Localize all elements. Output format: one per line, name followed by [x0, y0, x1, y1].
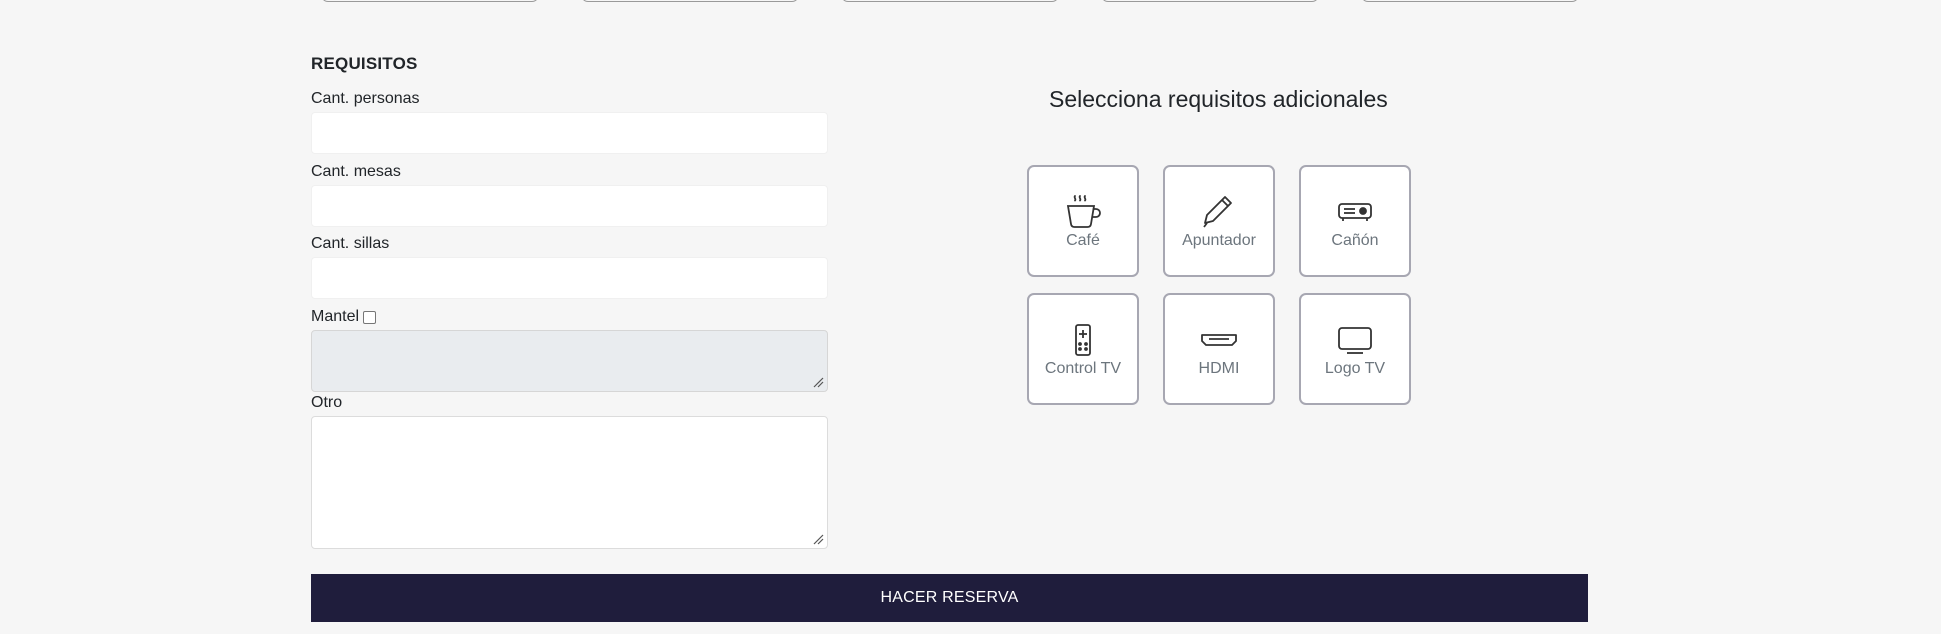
- top-card[interactable]: [321, 0, 539, 2]
- extra-tile-cafe[interactable]: Café: [1027, 165, 1139, 277]
- resize-grip-icon[interactable]: [813, 534, 824, 545]
- extra-label: Café: [1066, 232, 1100, 249]
- resize-grip-icon[interactable]: [813, 377, 824, 388]
- hacer-reserva-button[interactable]: HACER RESERVA: [311, 574, 1588, 622]
- extra-tile-control-tv[interactable]: Control TV: [1027, 293, 1139, 405]
- extra-label: Cañón: [1331, 232, 1379, 249]
- mantel-textarea: [311, 330, 828, 392]
- extra-label: HDMI: [1198, 360, 1240, 377]
- top-card[interactable]: [1101, 0, 1319, 2]
- mantel-checkbox[interactable]: [363, 310, 377, 324]
- otro-textarea[interactable]: [311, 416, 828, 549]
- top-cards-strip: [0, 0, 1941, 4]
- projector-icon: [1335, 192, 1375, 232]
- extra-tile-hdmi[interactable]: HDMI: [1163, 293, 1275, 405]
- requisitos-heading: REQUISITOS: [311, 54, 418, 73]
- coffee-cup-icon: [1063, 192, 1103, 232]
- top-card[interactable]: [841, 0, 1059, 2]
- extra-label: Logo TV: [1324, 360, 1386, 377]
- extra-label: Apuntador: [1182, 232, 1256, 249]
- extras-heading: Selecciona requisitos adicionales: [1049, 86, 1388, 112]
- top-card[interactable]: [581, 0, 799, 2]
- remote-control-icon: [1063, 320, 1103, 360]
- mantel-label: Mantel: [311, 308, 360, 325]
- otro-label: Otro: [311, 394, 343, 411]
- extra-tile-apuntador[interactable]: Apuntador: [1163, 165, 1275, 277]
- hdmi-icon: [1199, 320, 1239, 360]
- sillas-label: Cant. sillas: [311, 235, 390, 252]
- top-card[interactable]: [1361, 0, 1579, 2]
- extra-label: Control TV: [1044, 360, 1122, 377]
- extra-tile-canon[interactable]: Cañón: [1299, 165, 1411, 277]
- extra-tile-logo-tv[interactable]: Logo TV: [1299, 293, 1411, 405]
- tv-icon: [1335, 320, 1375, 360]
- mesas-input[interactable]: [311, 185, 828, 227]
- sillas-input[interactable]: [311, 257, 828, 299]
- personas-input[interactable]: [311, 112, 828, 154]
- mesas-label: Cant. mesas: [311, 163, 401, 180]
- mantel-row: Mantel: [311, 308, 377, 326]
- pen-pointer-icon: [1199, 192, 1239, 232]
- personas-label: Cant. personas: [311, 90, 420, 107]
